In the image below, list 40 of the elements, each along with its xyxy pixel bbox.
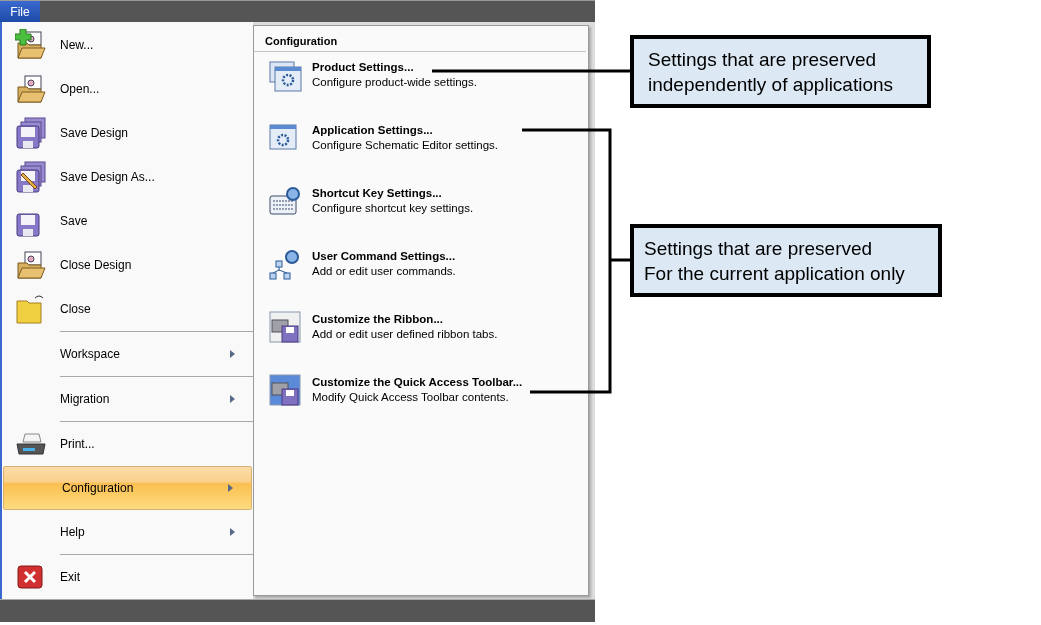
- menu-item[interactable]: Print...: [2, 422, 253, 466]
- submenu-item-title: Shortcut Key Settings...: [312, 187, 443, 199]
- submenu-item[interactable]: User Command Settings... Add or edit user commands.: [254, 247, 588, 310]
- menu-item[interactable]: Save Design: [2, 111, 253, 155]
- submenu-item[interactable]: Customize the Quick Access Toolbar... Modify Quick Access Toolbar contents.: [254, 373, 588, 436]
- submenu-item-title: Customize the Ribbon...: [312, 313, 444, 325]
- keyboard-gear-icon: [268, 184, 302, 218]
- submenu-item-description: Configure product-wide settings.: [312, 76, 477, 88]
- submenu-item-description: Configure shortcut key settings.: [312, 202, 474, 214]
- menu-item[interactable]: Exit: [2, 555, 253, 599]
- submenu-item-description: Add or edit user commands.: [312, 265, 456, 277]
- settings-windows-icon: [268, 58, 302, 92]
- menu-item[interactable]: Save Design As...: [2, 155, 253, 199]
- file-tab[interactable]: File: [0, 1, 40, 22]
- submenu-item-title: User Command Settings...: [312, 250, 456, 262]
- menu-item[interactable]: Close: [2, 287, 253, 331]
- menu-item[interactable]: Close Design: [2, 243, 253, 287]
- submenu-item-title: Application Settings...: [312, 124, 434, 136]
- submenu-item[interactable]: Shortcut Key Settings... Configure shortcut key settings.: [254, 184, 588, 247]
- submenu-item[interactable]: Product Settings... Configure product-wide settings.: [254, 58, 588, 121]
- callout-text: For the current application only: [644, 261, 906, 286]
- menu-item[interactable]: Configuration: [3, 466, 252, 510]
- submenu-item[interactable]: Customize the Ribbon... Add or edit user defined ribbon tabs.: [254, 310, 588, 373]
- callout-text: independently of applications: [648, 72, 895, 97]
- callout-text: Settings that are preserved: [648, 47, 878, 72]
- menu-item[interactable]: Open...: [2, 67, 253, 111]
- submenu-item-description: Configure Schematic Editor settings.: [312, 139, 498, 151]
- menu-item[interactable]: New...: [2, 23, 253, 67]
- callout-text: Settings that are preserved: [644, 236, 874, 261]
- submenu-item[interactable]: Application Settings... Configure Schematic Editor settings.: [254, 121, 588, 184]
- panel-title: Configuration: [254, 26, 586, 52]
- menu-item[interactable]: Help: [2, 510, 253, 554]
- menu-item[interactable]: Save: [2, 199, 253, 243]
- submenu-item-title: Customize the Quick Access Toolbar...: [312, 376, 523, 388]
- menu-item[interactable]: Workspace: [2, 332, 253, 376]
- submenu-item-description: Add or edit user defined ribbon tabs.: [312, 328, 498, 340]
- submenu-item-description: Modify Quick Access Toolbar contents.: [312, 391, 510, 403]
- menu-item[interactable]: Migration: [2, 377, 253, 421]
- submenu-item-title: Product Settings...: [312, 61, 415, 73]
- command-gear-icon: [268, 247, 302, 281]
